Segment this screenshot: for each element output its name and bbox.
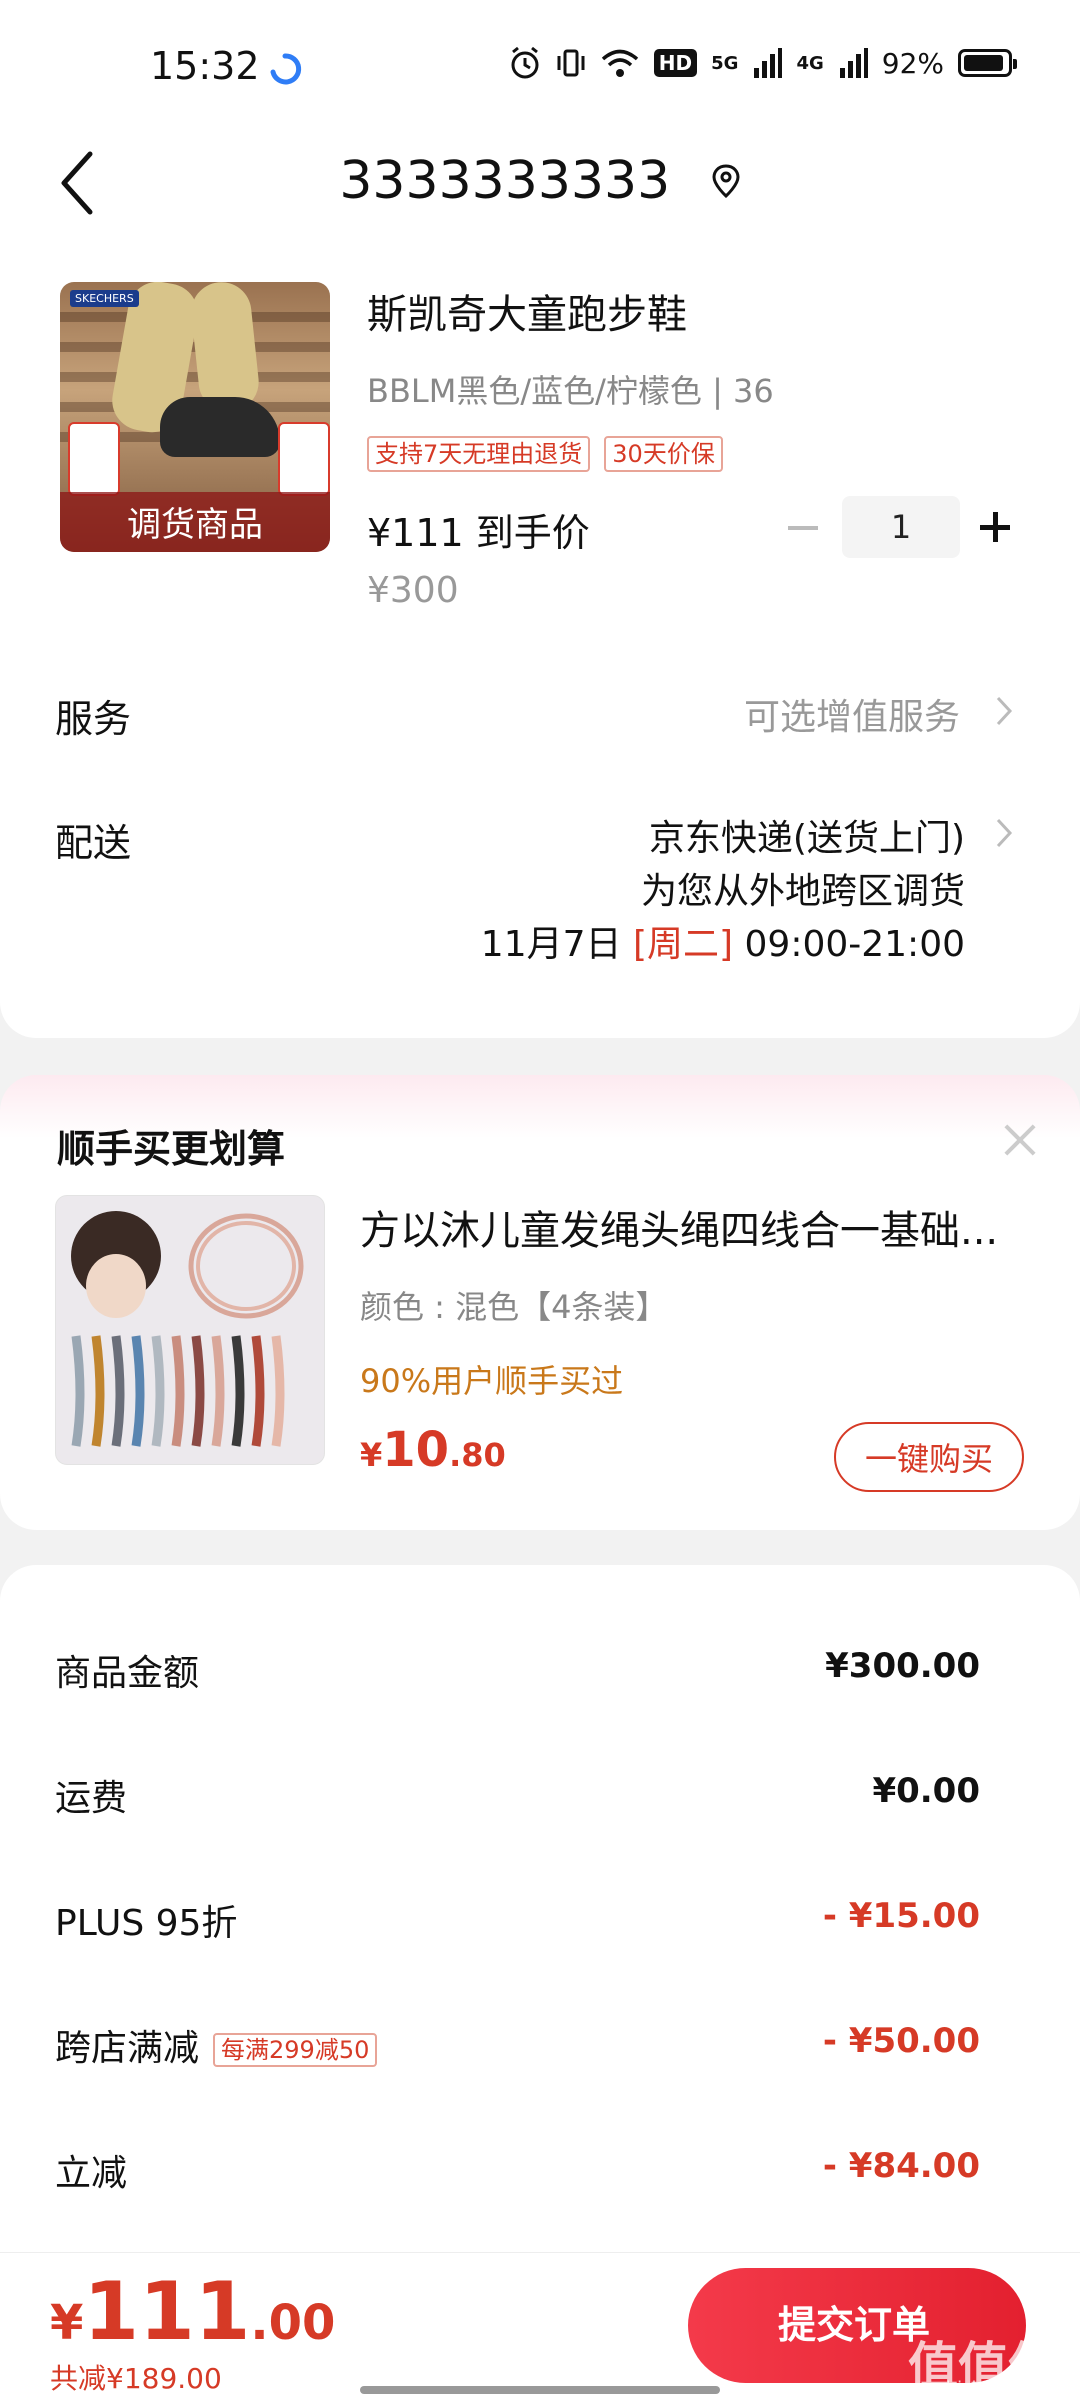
delivery-label: 配送: [55, 821, 132, 865]
reco-price: ¥10.80: [360, 1422, 506, 1478]
order-confirm-page: 15:32 HD 5G 4G 92% 3333333333 SKECHERS 调…: [0, 0, 1080, 2401]
product-image[interactable]: SKECHERS 调货商品: [60, 282, 330, 552]
amount-label-shipping: 运费: [55, 1778, 128, 1819]
battery-percent: 92%: [881, 46, 944, 80]
one-click-buy-button[interactable]: 一键购买: [834, 1422, 1024, 1492]
vibrate-icon: [557, 49, 585, 77]
network-label-2: 4G: [796, 52, 824, 74]
reco-price-dec: .80: [449, 1436, 506, 1474]
amount-label-instant: 立减: [55, 2153, 128, 2194]
product-tags: 支持7天无理由退货 30天价保: [367, 436, 723, 472]
delivery-date: 11月7日: [480, 924, 622, 965]
chevron-right-icon-delivery[interactable]: [994, 816, 1014, 850]
home-indicator[interactable]: [360, 2386, 720, 2394]
alarm-icon: [511, 46, 539, 79]
promo-tag-left: [68, 422, 120, 496]
qty-plus-button[interactable]: [970, 496, 1020, 558]
return-policy-tag: 支持7天无理由退货: [367, 436, 591, 472]
amount-value-plus-discount: - ¥15.00: [822, 1896, 980, 1936]
total-price: ¥111.00: [50, 2265, 335, 2358]
delivery-note: 为您从外地跨区调货: [640, 871, 965, 912]
total-saved[interactable]: 共减¥189.00: [50, 2357, 222, 2397]
delivery-window: 09:00-21:00: [744, 924, 965, 965]
brand-logo: SKECHERS: [70, 290, 139, 307]
amount-label-plus-discount: PLUS 95折: [55, 1903, 238, 1944]
cross-store-badge: 每满299减50: [213, 2033, 378, 2067]
reco-product-name[interactable]: 方以沐儿童发绳头绳四线合一基础...: [360, 1198, 1030, 1256]
final-price: ¥111 到手价: [367, 511, 590, 555]
amount-value-instant: - ¥84.00: [822, 2146, 980, 2186]
service-label: 服务: [55, 697, 132, 741]
qty-value[interactable]: 1: [842, 496, 960, 558]
service-value[interactable]: 可选增值服务: [744, 688, 960, 740]
status-bar: 15:32 HD 5G 4G 92%: [0, 0, 1080, 140]
quantity-stepper: 1: [780, 496, 1020, 558]
signal-icon-2: [839, 48, 868, 78]
reco-product-image[interactable]: [55, 1195, 325, 1465]
status-icons: HD 5G 4G 92%: [508, 46, 1017, 80]
watermark-sub: zhizhizhi.com: [936, 2378, 1058, 2399]
product-spec[interactable]: BBLM黑色/蓝色/柠檬色 | 36: [367, 366, 774, 412]
delivery-carrier: 京东快递(送货上门): [648, 818, 965, 859]
signal-icon: [754, 48, 783, 78]
hd-badge: HD: [653, 49, 698, 77]
amount-value-shipping: ¥0.00: [872, 1771, 980, 1811]
network-label-1: 5G: [711, 52, 739, 74]
reco-title: 顺手买更划算: [57, 1127, 286, 1171]
hair-tie-illustration: [71, 1211, 304, 1447]
total-int: 111: [83, 2265, 251, 2358]
amount-value-cross-store: - ¥50.00: [822, 2021, 980, 2061]
reco-social-proof: 90%用户顺手买过: [360, 1362, 624, 1400]
cross-store-text: 跨店满减: [55, 2028, 200, 2069]
delivery-weekday: [周二]: [632, 924, 734, 965]
amount-label-cross-store: 跨店满减 每满299减50: [55, 2019, 378, 2071]
status-time: 15:32: [150, 44, 260, 88]
price-protect-tag: 30天价保: [604, 436, 723, 472]
battery-icon: [958, 49, 1017, 77]
close-icon[interactable]: [1000, 1120, 1040, 1160]
address-header[interactable]: 3333333333: [0, 148, 1080, 211]
delivery-info[interactable]: 京东快递(送货上门) 为您从外地跨区调货 11月7日 [周二] 09:00-21…: [481, 812, 965, 971]
wifi-icon: [601, 49, 638, 77]
reco-price-int: 10: [382, 1422, 450, 1478]
product-name[interactable]: 斯凯奇大童跑步鞋: [367, 282, 687, 340]
total-dec: .00: [250, 2295, 336, 2351]
amount-value-subtotal: ¥300.00: [825, 1646, 980, 1686]
battery-fill: [964, 55, 1003, 71]
image-overlay-text: 调货商品: [127, 505, 263, 545]
delivery-time: 11月7日 [周二] 09:00-21:00: [481, 918, 965, 971]
location-pin-icon: [712, 164, 740, 199]
chevron-right-icon[interactable]: [994, 694, 1014, 728]
reco-product-spec: 颜色 : 混色【4条装】: [360, 1288, 668, 1326]
total-symbol: ¥: [50, 2295, 84, 2351]
qty-minus-button[interactable]: [780, 496, 840, 558]
original-price: ¥300: [367, 570, 459, 611]
page-title: 3333333333: [339, 151, 671, 211]
reco-price-symbol: ¥: [360, 1436, 383, 1474]
promo-tag-right: [278, 422, 330, 496]
amount-label-subtotal: 商品金额: [55, 1653, 200, 1694]
sync-icon: [270, 53, 302, 85]
